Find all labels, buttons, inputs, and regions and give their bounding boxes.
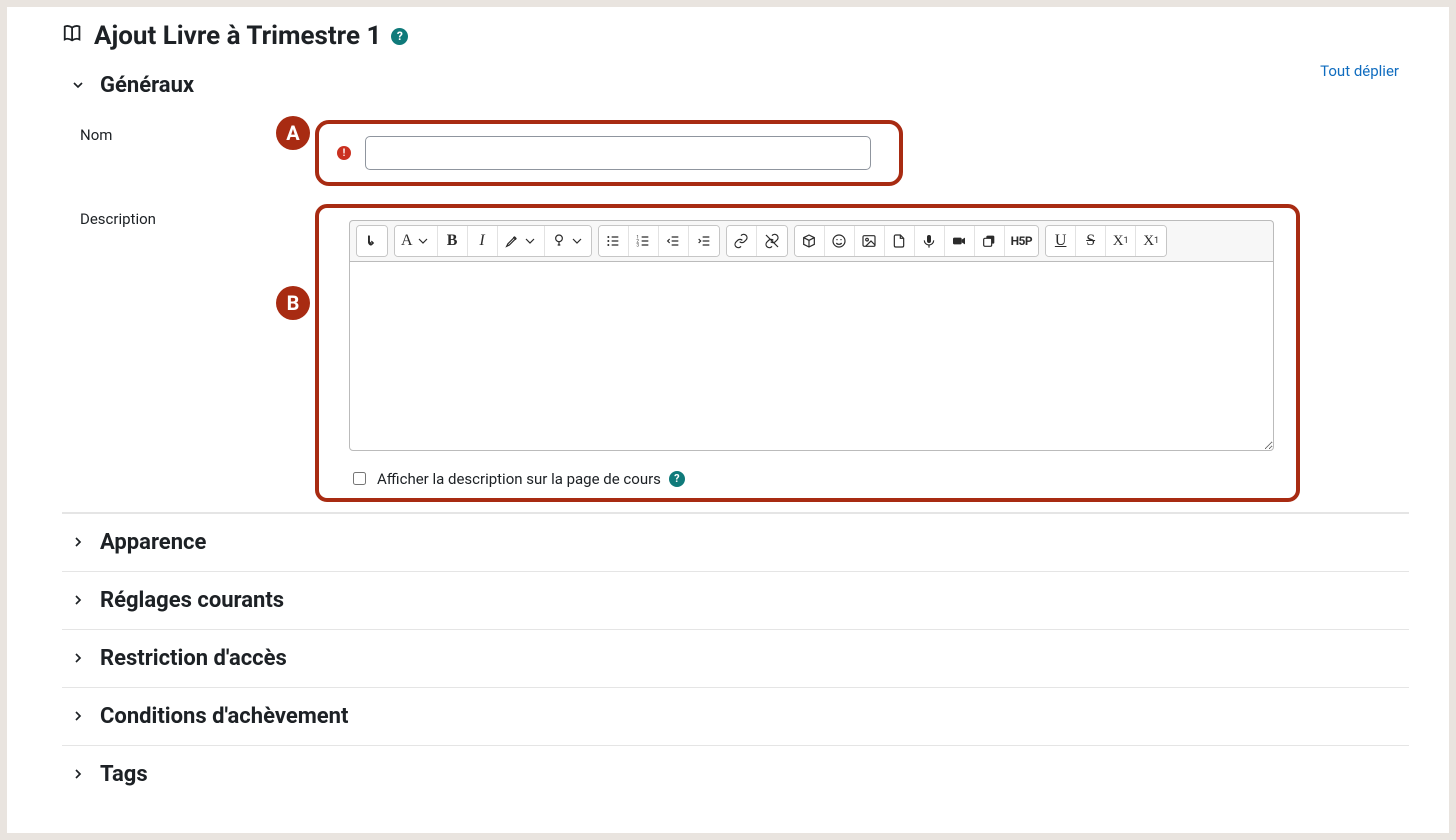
show-desc-checkbox[interactable]: [353, 472, 366, 485]
section-general: Généraux Nom A ! Description B: [62, 59, 1409, 513]
toolbar-outdent-button[interactable]: [659, 226, 689, 256]
section-title-general: Généraux: [100, 73, 194, 98]
name-input[interactable]: [365, 136, 871, 170]
toolbar-strike-button[interactable]: S: [1076, 226, 1106, 256]
description-editor[interactable]: [349, 261, 1274, 451]
chevron-right-icon: [70, 534, 88, 552]
chevron-right-icon: [70, 708, 88, 726]
section-title-tags: Tags: [100, 762, 148, 787]
chevron-right-icon: [70, 592, 88, 610]
page-title-row: Ajout Livre à Trimestre 1 ?: [62, 21, 1409, 51]
section-title-common: Réglages courants: [100, 588, 284, 613]
help-icon[interactable]: ?: [669, 471, 685, 487]
section-header-completion[interactable]: Conditions d'achèvement: [70, 700, 1409, 733]
toolbar-video-button[interactable]: [945, 226, 975, 256]
show-desc-label: Afficher la description sur la page de c…: [377, 470, 661, 488]
section-title-restrict: Restriction d'accès: [100, 646, 287, 671]
expand-all-link[interactable]: Tout déplier: [1320, 62, 1399, 80]
form-row-name: Nom A !: [80, 120, 1409, 186]
toolbar-link-button[interactable]: [727, 226, 757, 256]
toolbar-microphone-button[interactable]: [915, 226, 945, 256]
toolbar-paragraph-button[interactable]: A: [395, 226, 438, 256]
section-header-general[interactable]: Généraux: [70, 69, 1409, 102]
section-header-common[interactable]: Réglages courants: [70, 584, 1409, 617]
page-container: Ajout Livre à Trimestre 1 ? Tout déplier…: [6, 6, 1450, 834]
toolbar-file-button[interactable]: [885, 226, 915, 256]
callout-badge-a: A: [276, 116, 310, 150]
callout-badge-b: B: [276, 286, 310, 320]
show-desc-row: Afficher la description sur la page de c…: [349, 469, 1274, 488]
toolbar-highlight-button[interactable]: [498, 226, 545, 256]
toolbar-unlink-button[interactable]: [757, 226, 787, 256]
section-common: Réglages courants: [62, 571, 1409, 629]
section-appearance: Apparence: [62, 513, 1409, 571]
chevron-right-icon: [70, 766, 88, 784]
toolbar-indent-button[interactable]: [689, 226, 719, 256]
toolbar-manage-files-button[interactable]: [975, 226, 1005, 256]
chevron-right-icon: [70, 650, 88, 668]
label-description: Description: [80, 204, 315, 228]
toolbar-h5p-button[interactable]: H5P: [1005, 226, 1039, 256]
page-title-text: Ajout Livre à Trimestre 1: [94, 21, 381, 51]
form-row-description: Description B A: [80, 204, 1409, 502]
section-completion: Conditions d'achèvement: [62, 687, 1409, 745]
toolbar-numbered-list-button[interactable]: 123: [629, 226, 659, 256]
toolbar-italic-button[interactable]: I: [468, 226, 498, 256]
toolbar-underline-button[interactable]: U: [1046, 226, 1076, 256]
section-header-restrict[interactable]: Restriction d'accès: [70, 642, 1409, 675]
svg-text:3: 3: [636, 242, 639, 248]
toolbar-help-button[interactable]: [545, 226, 591, 256]
section-header-tags[interactable]: Tags: [70, 758, 1409, 791]
toolbar-superscript-button[interactable]: X1: [1136, 226, 1166, 256]
toolbar-subscript-button[interactable]: X1: [1106, 226, 1136, 256]
chevron-down-icon: [70, 77, 88, 95]
section-restrict: Restriction d'accès: [62, 629, 1409, 687]
description-highlight-box: A B I: [315, 204, 1300, 502]
toolbar-equation-button[interactable]: [795, 226, 825, 256]
name-highlight-box: !: [315, 120, 903, 186]
toolbar-emoji-button[interactable]: [825, 226, 855, 256]
toolbar-image-button[interactable]: [855, 226, 885, 256]
section-title-appearance: Apparence: [100, 530, 206, 555]
book-icon: [62, 21, 84, 51]
toolbar-expand-button[interactable]: [357, 226, 387, 256]
toolbar-bullet-list-button[interactable]: [599, 226, 629, 256]
section-body-general: Nom A ! Description B: [62, 120, 1409, 502]
section-header-appearance[interactable]: Apparence: [70, 526, 1409, 559]
editor-toolbar: A B I: [349, 220, 1274, 261]
required-icon: !: [337, 146, 351, 160]
section-title-completion: Conditions d'achèvement: [100, 704, 348, 729]
section-tags: Tags: [62, 745, 1409, 803]
toolbar-bold-button[interactable]: B: [438, 226, 468, 256]
help-icon[interactable]: ?: [391, 28, 408, 45]
